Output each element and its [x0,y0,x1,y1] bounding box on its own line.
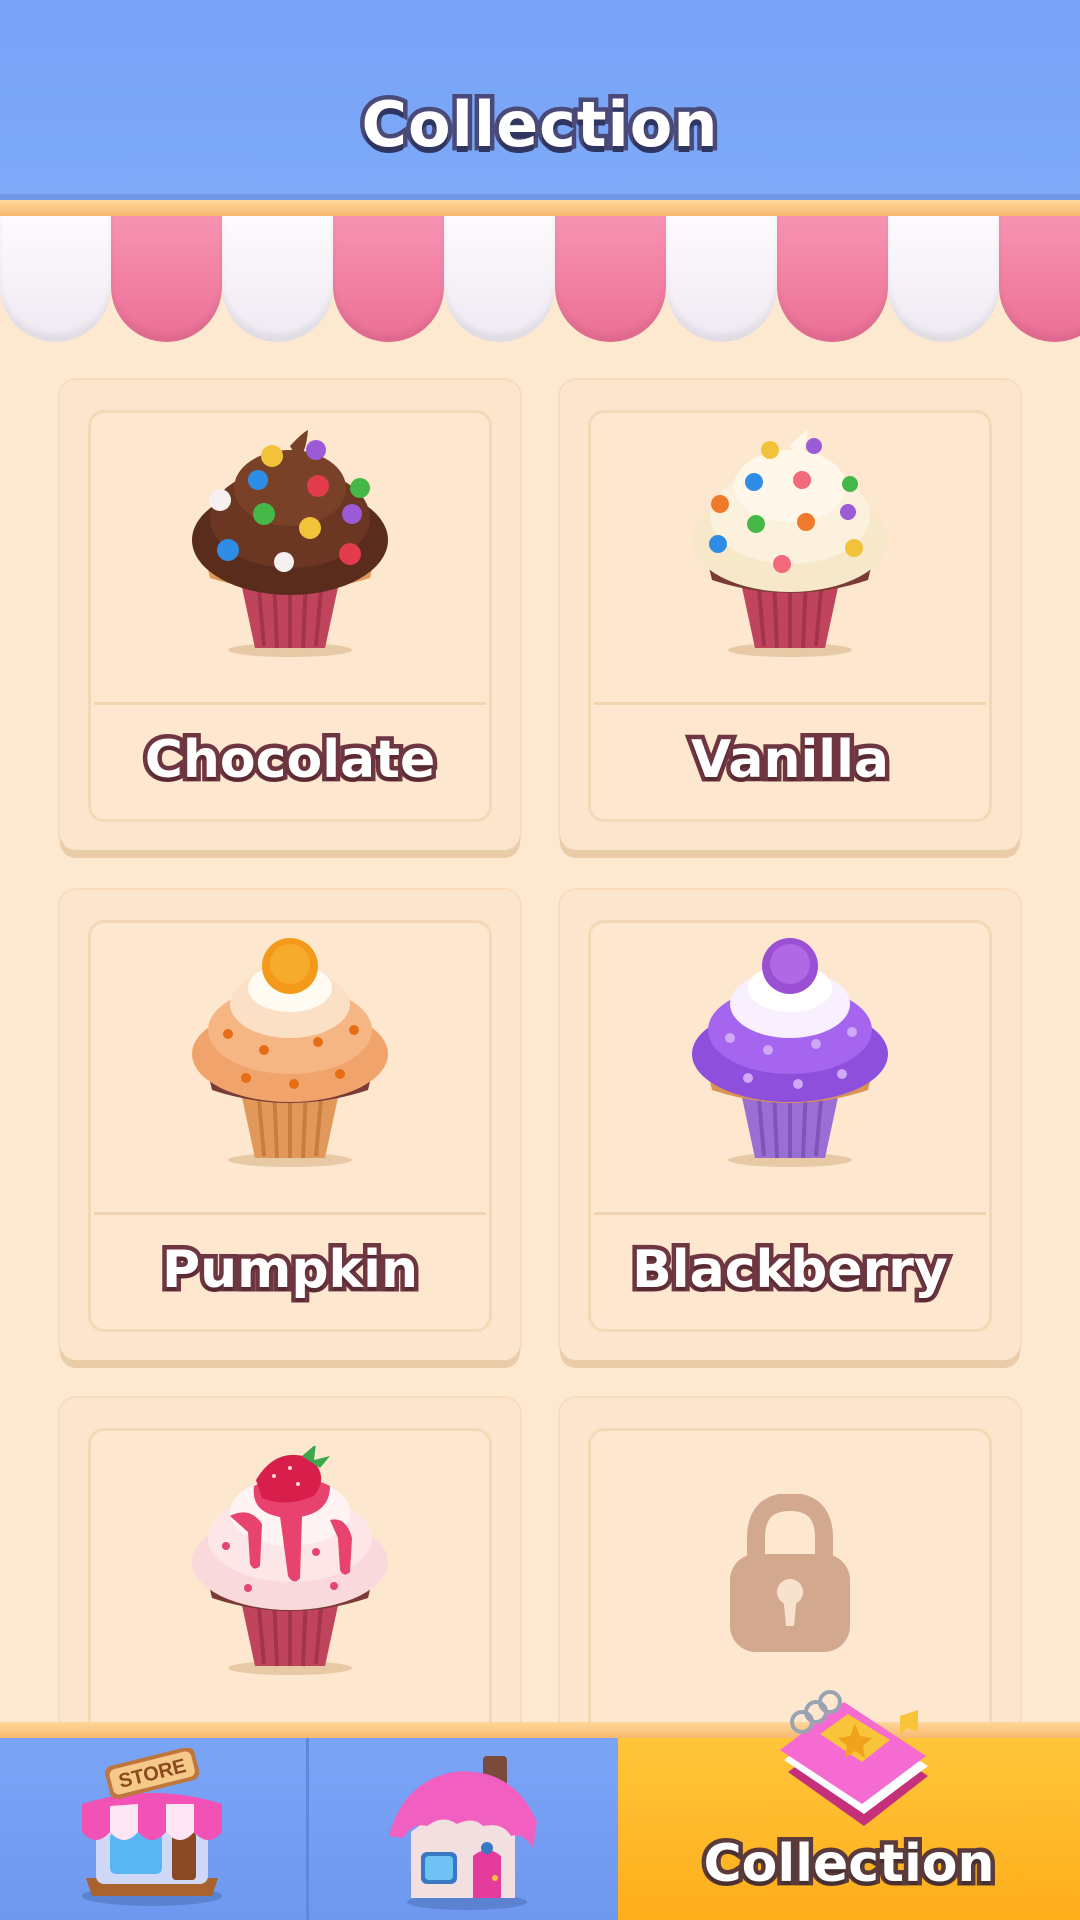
card-label: Vanilla [686,726,893,795]
tab-store[interactable]: STORE [0,1738,309,1920]
header-divider [0,200,1080,216]
lock-icon [730,1494,850,1652]
collection-book-icon [780,1690,928,1826]
card-label: Blackberry [628,1236,953,1305]
tab-collection-label: Collection [699,1830,999,1899]
collection-card-vanilla[interactable]: Vanilla [560,380,1020,850]
chocolate-cupcake-icon [192,430,388,657]
tab-home[interactable] [309,1738,618,1920]
pumpkin-cupcake-icon [192,938,388,1167]
collection-card-blackberry[interactable]: Blackberry [560,890,1020,1360]
header-bar: Collection [0,0,1080,200]
bottom-nav: STORE Collection [0,1690,1080,1920]
page-title: Collection [357,84,722,166]
blackberry-cupcake-icon [692,938,888,1167]
card-label: Chocolate [140,726,440,795]
strawberry-cupcake-icon [192,1446,388,1675]
house-icon [389,1756,537,1910]
collection-card-pumpkin[interactable]: Pumpkin [60,890,520,1360]
vanilla-cupcake-icon [692,430,888,657]
collection-card-chocolate[interactable]: Chocolate [60,380,520,850]
card-label: Pumpkin [158,1236,423,1305]
store-icon: STORE [82,1748,222,1906]
tab-collection[interactable]: Collection [618,1690,1080,1920]
shop-awning [0,216,1080,346]
